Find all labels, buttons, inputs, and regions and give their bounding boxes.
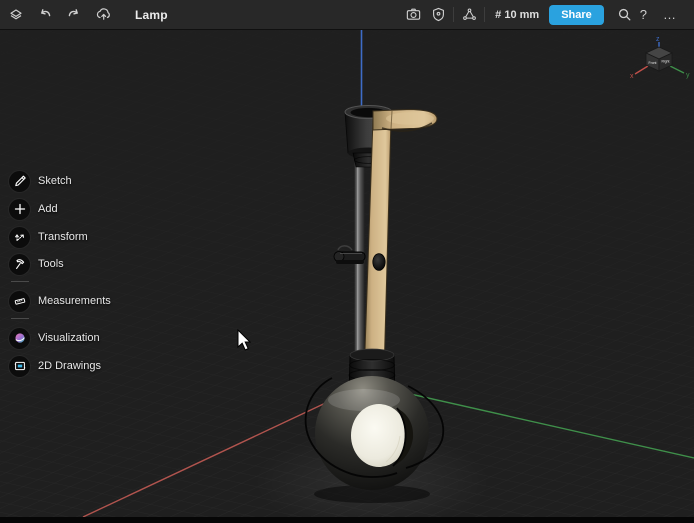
sidebar-divider	[11, 318, 29, 319]
sidebar-item-label: Add	[38, 203, 58, 215]
sidebar-item-label: Sketch	[38, 175, 72, 187]
share-button[interactable]: Share	[549, 5, 604, 25]
pencil-icon	[9, 171, 30, 192]
sync-upload-icon[interactable]	[94, 6, 112, 24]
camera-icon[interactable]	[404, 6, 422, 24]
sidebar-item-label: Visualization	[38, 332, 100, 344]
cube-z-label: z	[656, 36, 660, 43]
toolbar-separator	[484, 7, 485, 22]
sidebar-item-sketch[interactable]: Sketch	[9, 167, 72, 195]
document-title[interactable]: Lamp	[135, 8, 168, 22]
undo-icon[interactable]	[36, 6, 54, 24]
help-button[interactable]: ?	[640, 7, 647, 22]
search-icon[interactable]	[616, 6, 634, 24]
grid-size-indicator[interactable]: # 10 mm	[495, 9, 539, 21]
paddle-top-face	[386, 112, 434, 124]
sidebar-item-measurements[interactable]: Measurements	[9, 287, 111, 315]
more-menu-button[interactable]: …	[663, 7, 677, 22]
toolbar-separator	[453, 7, 454, 22]
cube-front-label: Front	[649, 61, 657, 65]
axis-triad-icon[interactable]	[460, 6, 478, 24]
cube-x-label: x	[630, 73, 634, 80]
sidebar-item-label: Tools	[38, 258, 64, 270]
cube-right-label: Right	[662, 60, 670, 64]
redo-icon[interactable]	[65, 6, 83, 24]
sidebar-item-transform[interactable]: Transform	[9, 223, 88, 251]
top-toolbar: Lamp # 10 mm Share	[0, 0, 694, 30]
drawing-sheet-icon	[9, 356, 30, 377]
sidebar-item-label: Transform	[38, 231, 88, 243]
material-sphere-icon	[9, 328, 30, 349]
sidebar-item-2d-drawings[interactable]: 2D Drawings	[9, 352, 101, 380]
window-bottom-edge	[0, 517, 694, 523]
sidebar-item-label: 2D Drawings	[38, 360, 101, 372]
sidebar-item-visualization[interactable]: Visualization	[9, 324, 100, 352]
ruler-icon	[9, 291, 30, 312]
viewport-canvas[interactable]: x y z Front Right	[0, 0, 694, 523]
plus-icon	[9, 199, 30, 220]
cube-y-label: y	[686, 72, 690, 79]
sidebar-item-label: Measurements	[38, 295, 111, 307]
hammer-icon	[9, 254, 30, 275]
sidebar-item-add[interactable]: Add	[9, 195, 58, 223]
app-layers-icon[interactable]	[7, 6, 25, 24]
sidebar-divider	[11, 281, 29, 282]
sidebar-item-tools[interactable]: Tools	[9, 250, 64, 278]
arm-mid-pivot	[373, 254, 385, 271]
transform-arrows-icon	[9, 227, 30, 248]
shield-icon[interactable]	[429, 6, 447, 24]
